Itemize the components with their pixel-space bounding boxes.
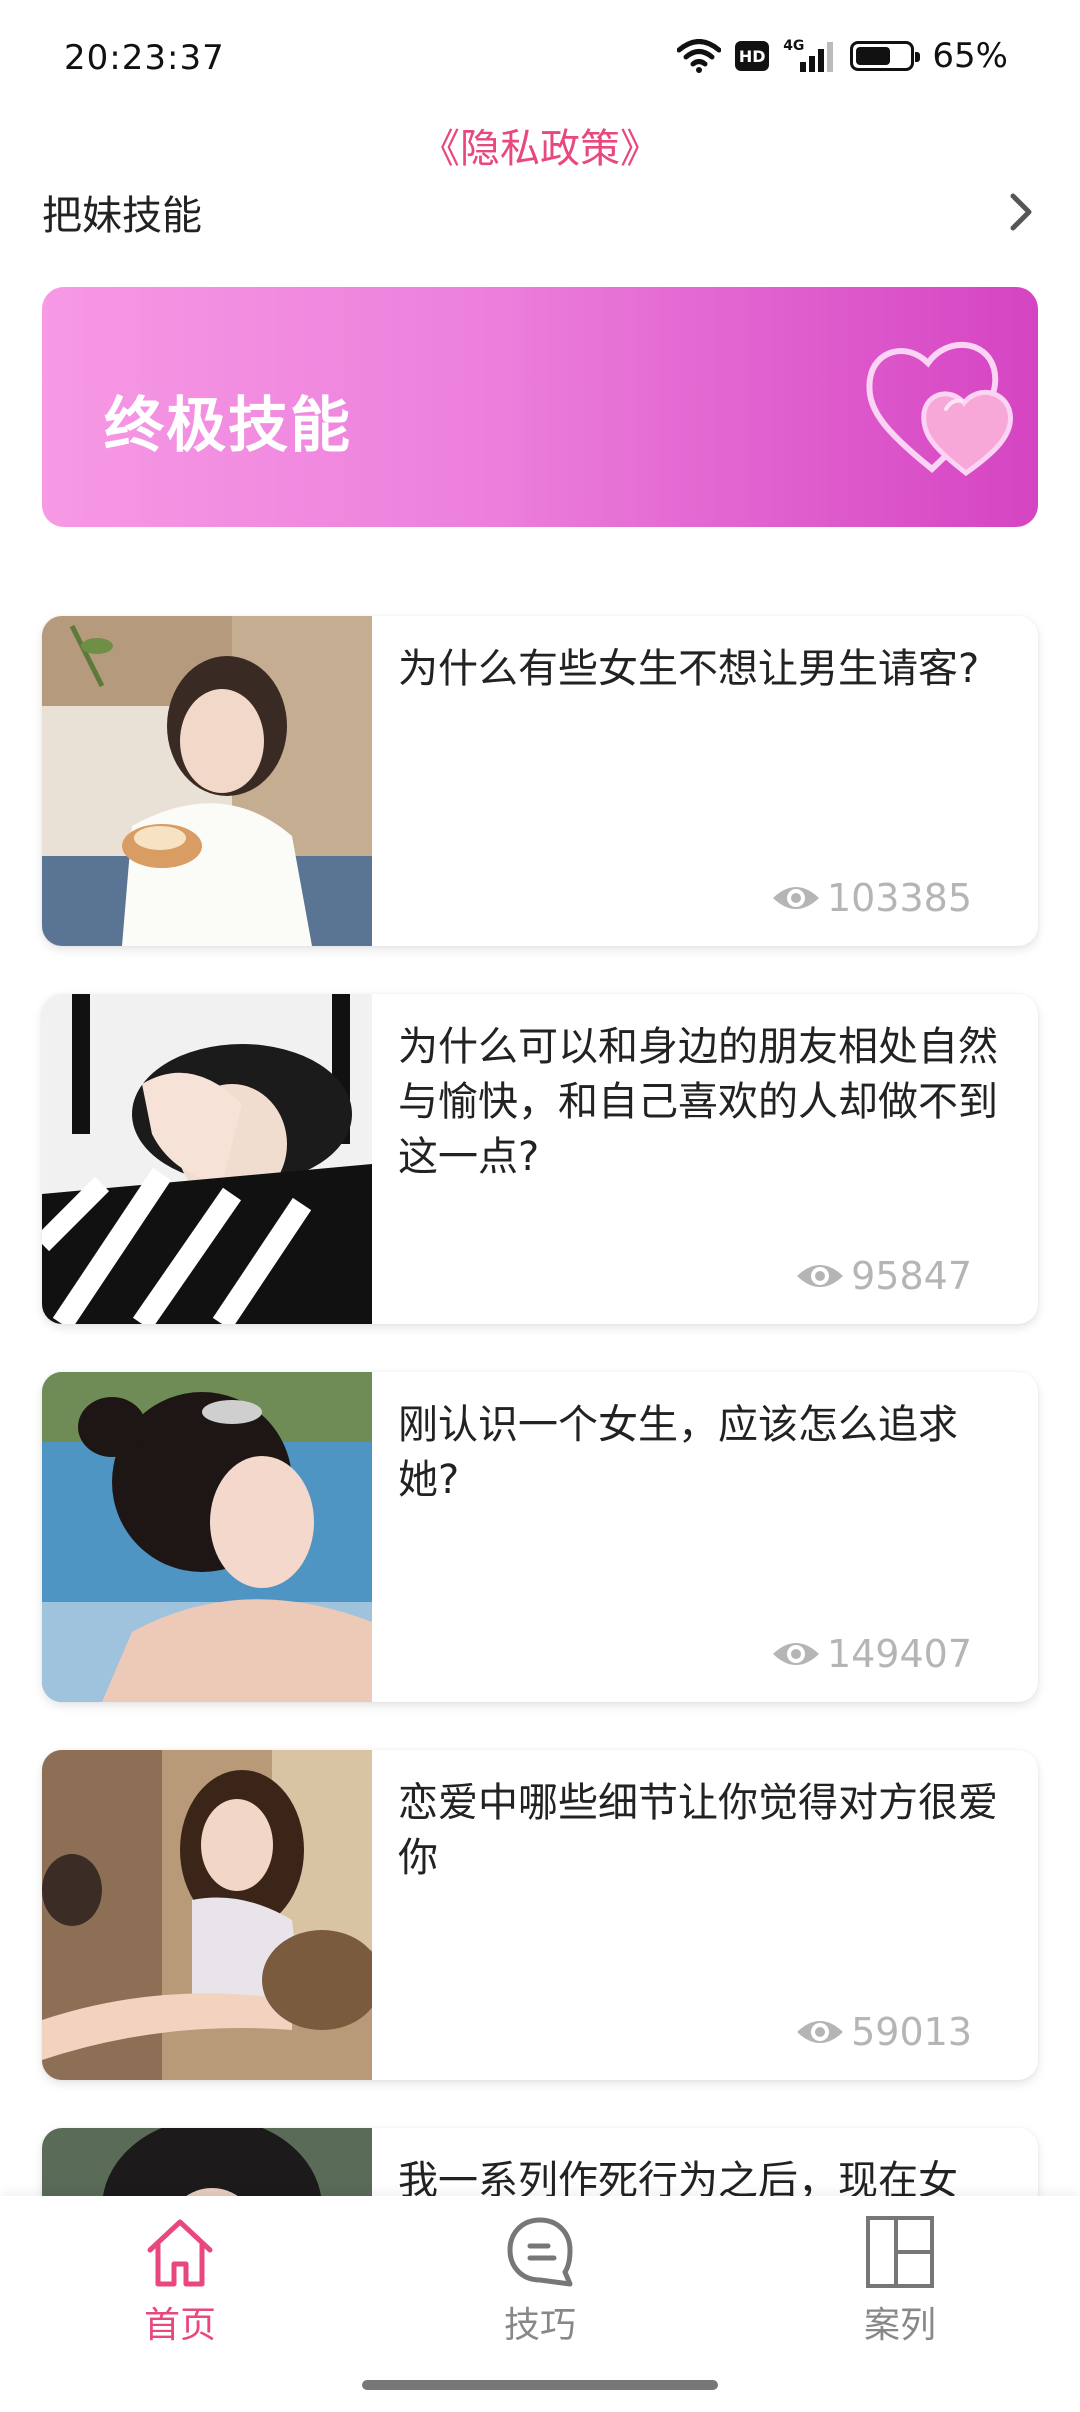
article-card[interactable]: 刚认识一个女生，应该怎么追求她? 149407: [42, 1372, 1038, 1702]
eye-icon: [772, 1643, 819, 1665]
home-icon: [147, 2219, 213, 2287]
article-thumbnail: [42, 1750, 372, 2080]
nav-item-home[interactable]: 首页: [0, 2196, 360, 2412]
view-count-value: 103385: [826, 876, 972, 920]
view-count-value: 95847: [851, 1254, 972, 1298]
ultimate-skills-banner[interactable]: 终极技能: [42, 287, 1038, 527]
battery-icon: [850, 41, 921, 71]
nav-label: 技巧: [503, 2305, 576, 2346]
hearts-icon: [866, 341, 1013, 477]
article-title: 为什么可以和身边的朋友相处自然与愉快，和自己喜欢的人却做不到这一点?: [398, 1024, 998, 1180]
nav-item-cases[interactable]: 案列: [720, 2196, 1080, 2412]
banner-title: 终极技能: [104, 391, 352, 461]
home-indicator[interactable]: [362, 2380, 718, 2390]
article-body: 恋爱中哪些细节让你觉得对方很爱你 59013: [372, 1750, 1038, 2080]
status-bar: 20:23:37 HD 4G 65%: [0, 0, 1080, 120]
hd-badge: HD: [735, 41, 770, 71]
status-icons: HD 4G 65%: [677, 36, 1008, 76]
view-count-value: 149407: [826, 1632, 972, 1676]
section-title: 把妹技能: [42, 193, 202, 239]
article-thumbnail: [42, 1372, 372, 1702]
article-title: 恋爱中哪些细节让你觉得对方很爱你: [398, 1780, 998, 1881]
view-count: 59013: [795, 2010, 972, 2054]
privacy-policy-link[interactable]: 《隐私政策》: [0, 116, 1080, 174]
chat-bubble-icon: [507, 2217, 573, 2287]
article-title: 为什么有些女生不想让男生请客?: [398, 646, 980, 692]
wifi-icon: [677, 39, 722, 73]
network-type: 4G: [783, 38, 805, 54]
eye-icon: [772, 887, 819, 909]
article-card[interactable]: 恋爱中哪些细节让你觉得对方很爱你 59013: [42, 1750, 1038, 2080]
article-body: 为什么可以和身边的朋友相处自然与愉快，和自己喜欢的人却做不到这一点? 95847: [372, 994, 1038, 1324]
layout-grid-icon: [866, 2216, 934, 2288]
cellular-signal-icon: 4G: [783, 38, 836, 72]
nav-label: 案列: [863, 2305, 936, 2346]
article-card[interactable]: 为什么可以和身边的朋友相处自然与愉快，和自己喜欢的人却做不到这一点? 95847: [42, 994, 1038, 1324]
article-list: 为什么有些女生不想让男生请客? 103385 为什么可以和身边的朋友相处自然与愉…: [42, 616, 1038, 2412]
article-title: 刚认识一个女生，应该怎么追求她?: [398, 1402, 958, 1503]
eye-icon: [797, 1265, 844, 1287]
eye-icon: [797, 2021, 844, 2043]
article-thumbnail: [42, 994, 372, 1324]
status-time: 20:23:37: [64, 38, 225, 78]
battery-percent: 65%: [932, 36, 1008, 76]
view-count: 103385: [771, 876, 972, 920]
article-card[interactable]: 为什么有些女生不想让男生请客? 103385: [42, 616, 1038, 946]
view-count: 95847: [795, 1254, 972, 1298]
article-body: 为什么有些女生不想让男生请客? 103385: [372, 616, 1038, 946]
view-count-value: 59013: [851, 2010, 972, 2054]
view-count: 149407: [771, 1632, 972, 1676]
article-thumbnail: [42, 616, 372, 946]
nav-label: 首页: [143, 2305, 216, 2346]
section-header[interactable]: 把妹技能: [42, 180, 1042, 244]
battery-level: [856, 47, 891, 65]
chevron-right-icon[interactable]: [998, 190, 1042, 234]
article-body: 刚认识一个女生，应该怎么追求她? 149407: [372, 1372, 1038, 1702]
